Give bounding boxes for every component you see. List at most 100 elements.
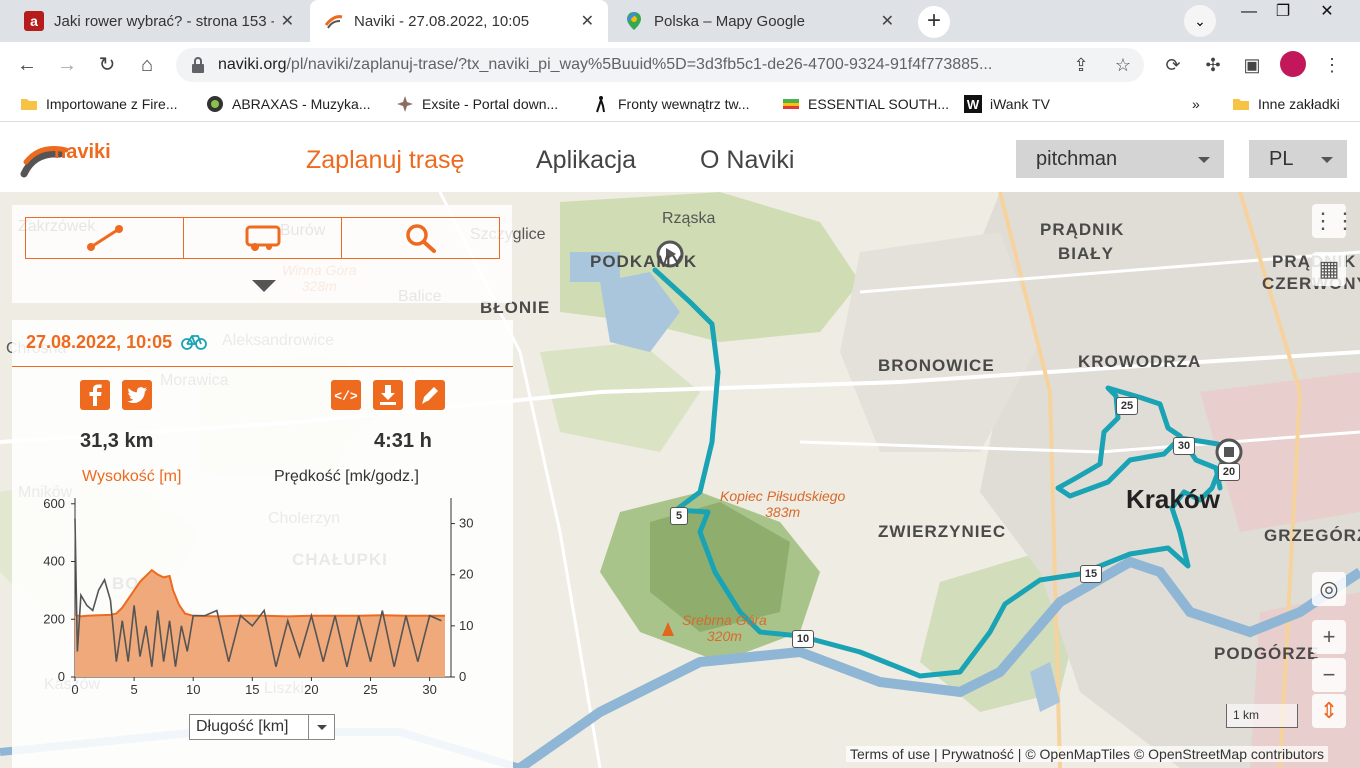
naviki-logo[interactable]: naviki: [20, 134, 120, 184]
back-arrow-icon[interactable]: ←: [12, 50, 42, 80]
bookmark-item[interactable]: Fronty wewnątrz tw...: [592, 96, 749, 113]
new-tab-button[interactable]: +: [918, 6, 950, 38]
bookmarks-bar: Importowane z Fire... ABRAXAS - Muzyka..…: [0, 88, 1360, 122]
edit-route-button[interactable]: [415, 380, 445, 410]
map-place-label: PODGÓRZE: [1214, 644, 1320, 663]
map-place-label: BIAŁY: [1058, 244, 1114, 263]
round-trip-button[interactable]: [184, 218, 342, 258]
elevation-area: [75, 570, 445, 677]
language-select[interactable]: PL: [1249, 140, 1347, 178]
route-km-marker[interactable]: 20: [1218, 463, 1240, 481]
route-km-marker[interactable]: 15: [1080, 565, 1102, 583]
route-km-marker[interactable]: 25: [1116, 397, 1138, 415]
home-icon[interactable]: ⌂: [132, 50, 162, 80]
map-place-label: Rząska: [662, 210, 716, 227]
tab-title: Jaki rower wybrać? - strona 153 -: [54, 12, 274, 30]
browser-tab[interactable]: Polska – Mapy Google ✕: [610, 0, 908, 42]
close-tab-icon[interactable]: ✕: [881, 11, 894, 31]
bookmark-item[interactable]: Importowane z Fire...: [20, 96, 178, 112]
x-axis-select[interactable]: Długość [km]: [189, 714, 335, 740]
side-panel-icon[interactable]: ▣: [1239, 52, 1265, 78]
figure-icon: [596, 96, 605, 113]
close-tab-icon[interactable]: ✕: [281, 11, 294, 31]
close-tab-icon[interactable]: ✕: [581, 11, 594, 31]
map-type-icon[interactable]: ▦: [1312, 252, 1346, 286]
tab-title: Polska – Mapy Google: [654, 12, 805, 30]
locate-me-icon[interactable]: ◎: [1312, 572, 1346, 606]
route-end-marker[interactable]: [1215, 438, 1243, 466]
route-tool-buttons: [25, 217, 500, 259]
route-km-marker[interactable]: 30: [1173, 437, 1195, 455]
maximize-window-icon[interactable]: ❐: [1262, 0, 1304, 26]
nav-app[interactable]: Aplikacja: [536, 146, 636, 175]
facebook-share-button[interactable]: [80, 380, 110, 410]
browser-menu-icon[interactable]: ⋮: [1319, 52, 1345, 78]
y-left-tick-label: 600: [43, 496, 65, 511]
route-km-marker[interactable]: 5: [670, 507, 688, 525]
url-path: /pl/naviki/zaplanuj-trase/?tx_naviki_pi_…: [286, 56, 993, 73]
expand-panel-chevron-icon[interactable]: [252, 280, 276, 292]
y-left-tick-label: 400: [43, 554, 65, 569]
x-tick-label: 15: [245, 682, 259, 697]
route-details-panel: 27.08.2022, 10:05 </> 31,3 km 4:31 h Wys…: [12, 320, 513, 768]
close-window-icon[interactable]: ✕: [1306, 0, 1348, 26]
round-trip-icon: [245, 225, 280, 251]
naviki-favicon-icon: [324, 15, 343, 29]
route-km-marker[interactable]: 10: [792, 630, 814, 648]
zoom-in-button[interactable]: +: [1312, 620, 1346, 654]
profile-avatar[interactable]: [1280, 51, 1306, 77]
download-button[interactable]: [373, 380, 403, 410]
bookmark-item[interactable]: Exsite - Portal down...: [396, 96, 558, 112]
extension-sync-icon[interactable]: ⟳: [1160, 52, 1186, 78]
share-icon[interactable]: ⇪: [1070, 55, 1092, 77]
y-right-tick-label: 20: [459, 567, 473, 582]
bookmark-star-icon[interactable]: ☆: [1112, 55, 1134, 77]
extensions-puzzle-icon[interactable]: ✣: [1200, 52, 1226, 78]
site-header: naviki Zaplanuj trasę Aplikacja O Naviki…: [0, 128, 1360, 192]
other-bookmarks-folder[interactable]: Inne zakładki: [1232, 96, 1340, 112]
map-place-label: BRONOWICE: [878, 356, 995, 375]
map-place-label: ZWIERZYNIEC: [878, 522, 1007, 541]
map-place-label: PODKAMYK: [590, 252, 698, 271]
map-attribution[interactable]: Terms of use | Prywatność | © OpenMapTil…: [846, 746, 1329, 762]
tab-title: Naviki - 27.08.2022, 10:05: [354, 12, 530, 30]
lock-icon: [192, 57, 204, 73]
y-right-tick-label: 10: [459, 618, 473, 633]
svg-text:a: a: [30, 13, 38, 29]
nav-plan-route[interactable]: Zaplanuj trasę: [306, 146, 464, 175]
map-place-label: KROWODRZA: [1078, 352, 1202, 371]
bookmarks-overflow-chevron[interactable]: »: [1166, 96, 1200, 112]
elevation-legend: Wysokość [m]: [82, 468, 182, 485]
w-icon: W: [964, 95, 982, 113]
tab-search-chevron-icon[interactable]: ⌄: [1184, 5, 1216, 37]
bookmark-item[interactable]: ABRAXAS - Muzyka...: [206, 96, 370, 112]
browser-tab-strip: a Jaki rower wybrać? - strona 153 - ✕ Na…: [0, 0, 1360, 42]
user-select[interactable]: pitchman: [1016, 140, 1224, 178]
route-tools-panel: [12, 205, 512, 303]
bookmark-item[interactable]: ESSENTIAL SOUTH...: [782, 96, 949, 112]
google-maps-favicon-icon: [627, 12, 641, 30]
reload-icon[interactable]: ↻: [92, 50, 122, 80]
search-route-button[interactable]: [342, 218, 499, 258]
abraxas-icon: [207, 96, 223, 112]
facebook-icon: [89, 384, 102, 406]
nav-about[interactable]: O Naviki: [700, 146, 794, 175]
elevation-speed-chart[interactable]: 0 200 400 600 0 10 20 30 0 5 10 15 20 25 30: [12, 490, 513, 710]
zoom-out-button[interactable]: −: [1312, 658, 1346, 692]
embed-button[interactable]: </>: [331, 380, 361, 410]
route-a-to-b-button[interactable]: [26, 218, 184, 258]
bookmark-item[interactable]: W iWank TV: [964, 95, 1050, 113]
map-place-label: PRĄDNIK: [1040, 220, 1125, 239]
twitter-share-button[interactable]: [122, 380, 152, 410]
route-duration: 4:31 h: [374, 430, 432, 452]
browser-toolbar: ← → ↻ ⌂ naviki.org/pl/naviki/zaplanuj-tr…: [0, 42, 1360, 88]
dropdown-caret-icon: [1198, 157, 1210, 163]
browser-tab-active[interactable]: Naviki - 27.08.2022, 10:05 ✕: [310, 0, 608, 42]
address-bar[interactable]: naviki.org/pl/naviki/zaplanuj-trase/?tx_…: [176, 48, 1144, 82]
layers-grid-icon[interactable]: ⋮⋮: [1312, 204, 1356, 238]
compass-icon[interactable]: ⇕: [1312, 694, 1346, 728]
dropdown-caret-icon[interactable]: [308, 715, 334, 739]
browser-tab[interactable]: a Jaki rower wybrać? - strona 153 - ✕: [10, 0, 308, 42]
forward-arrow-icon[interactable]: →: [52, 50, 82, 80]
y-right-tick-label: 30: [459, 516, 473, 531]
